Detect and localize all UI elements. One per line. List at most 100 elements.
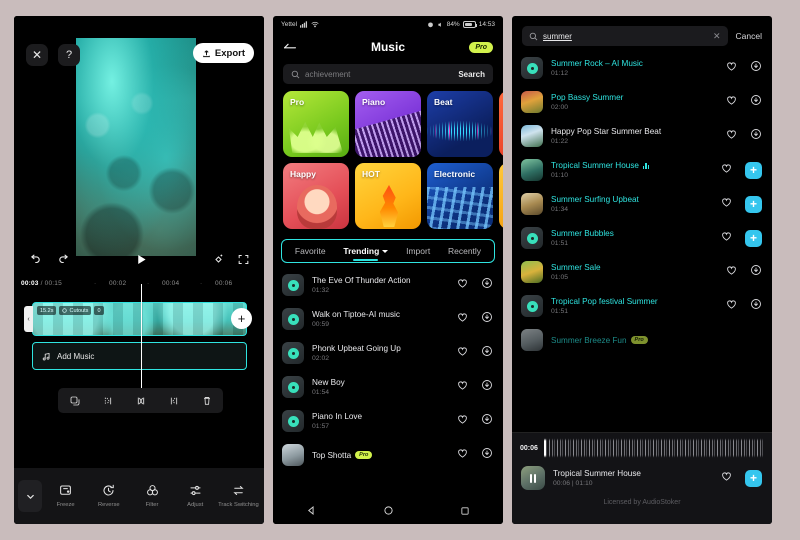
download-icon[interactable] xyxy=(481,276,493,294)
timeline-ruler[interactable]: 00:03 / 00:15 · 00:02 · 00:04 · 00:06 xyxy=(14,274,264,292)
favorite-icon[interactable] xyxy=(457,310,468,328)
tool-adjust[interactable]: Adjust xyxy=(174,483,217,509)
favorite-icon[interactable] xyxy=(457,446,468,464)
download-icon[interactable] xyxy=(481,310,493,328)
redo-button[interactable] xyxy=(57,252,71,266)
video-preview[interactable] xyxy=(76,38,196,256)
pause-icon[interactable] xyxy=(530,473,536,483)
favorite-icon[interactable] xyxy=(721,229,732,247)
list-item[interactable]: Summer Bubbles 01:51 + xyxy=(512,221,772,255)
list-item[interactable]: The Eve Of Thunder Action 01:32 xyxy=(273,268,503,302)
list-item[interactable]: Top Shotta Pro xyxy=(273,438,503,472)
favorite-icon[interactable] xyxy=(726,93,737,111)
copy-icon[interactable] xyxy=(69,395,81,407)
player-thumbnail[interactable] xyxy=(521,466,545,490)
download-icon[interactable] xyxy=(481,446,493,464)
download-icon[interactable] xyxy=(750,59,762,77)
tile-hot[interactable]: HOT xyxy=(355,163,421,229)
add-track-button[interactable]: + xyxy=(745,229,762,247)
list-item[interactable]: Tropical Summer House 01:10 + xyxy=(512,153,772,187)
tab-favorite[interactable]: Favorite xyxy=(295,246,326,256)
nav-home-button[interactable] xyxy=(383,503,394,521)
clip-trim-handle-left[interactable]: ‹ xyxy=(24,306,33,332)
favorite-icon[interactable] xyxy=(457,412,468,430)
tab-import[interactable]: Import xyxy=(406,246,430,256)
download-icon[interactable] xyxy=(750,263,762,281)
back-button[interactable] xyxy=(283,41,297,53)
close-button[interactable]: ✕ xyxy=(26,44,48,66)
tile-partial-1[interactable] xyxy=(499,91,503,157)
waveform-cursor[interactable] xyxy=(543,437,546,459)
tile-electronic[interactable]: Electronic xyxy=(427,163,493,229)
download-icon[interactable] xyxy=(481,412,493,430)
add-music-track[interactable]: Add Music xyxy=(32,342,247,370)
list-item[interactable]: New Boy 01:54 xyxy=(273,370,503,404)
cancel-button[interactable]: Cancel xyxy=(736,31,762,41)
list-item[interactable]: Pop Bassy Summer 02:00 xyxy=(512,85,772,119)
favorite-icon[interactable] xyxy=(721,161,732,179)
tile-happy[interactable]: Happy xyxy=(283,163,349,229)
favorite-icon[interactable] xyxy=(721,469,732,487)
split-icon[interactable] xyxy=(135,395,147,407)
tab-trending[interactable]: Trending xyxy=(343,246,389,261)
video-clip[interactable]: 15.2s Cutouts 0 xyxy=(32,302,247,336)
tile-beat[interactable]: Beat xyxy=(427,91,493,157)
favorite-icon[interactable] xyxy=(457,276,468,294)
collapse-button[interactable] xyxy=(18,480,42,512)
download-icon[interactable] xyxy=(481,378,493,396)
search-input[interactable]: achievement xyxy=(305,70,453,79)
tool-track-switching[interactable]: Track Switching xyxy=(217,483,260,509)
download-icon[interactable] xyxy=(750,297,762,315)
favorite-icon[interactable] xyxy=(457,378,468,396)
tool-filter[interactable]: Filter xyxy=(130,483,173,509)
add-track-button[interactable]: + xyxy=(745,195,762,213)
pro-badge[interactable]: Pro xyxy=(469,41,493,53)
tile-partial-2[interactable] xyxy=(499,163,503,229)
list-item[interactable]: Phonk Upbeat Going Up 02:02 xyxy=(273,336,503,370)
waveform[interactable] xyxy=(543,437,764,459)
magic-wand-icon[interactable] xyxy=(212,253,225,266)
tool-reverse[interactable]: Reverse xyxy=(87,483,130,509)
playhead[interactable] xyxy=(141,284,143,404)
play-button[interactable] xyxy=(135,253,148,266)
tool-freeze[interactable]: Freeze xyxy=(44,483,87,509)
split-left-icon[interactable] xyxy=(102,395,114,407)
list-item[interactable]: Tropical Pop festival Summer 01:51 xyxy=(512,289,772,323)
download-icon[interactable] xyxy=(750,93,762,111)
help-button[interactable]: ? xyxy=(58,44,80,66)
list-item[interactable]: Walk on Tiptoe-AI music 00:59 xyxy=(273,302,503,336)
nav-recents-button[interactable] xyxy=(460,503,470,521)
favorite-icon[interactable] xyxy=(721,195,732,213)
search-field[interactable]: summer ✕ xyxy=(522,26,728,46)
delete-icon[interactable] xyxy=(201,395,213,407)
export-button[interactable]: Export xyxy=(192,43,254,63)
search-button[interactable]: Search xyxy=(458,70,485,79)
list-item[interactable]: Summer Breeze Fun Pro xyxy=(512,323,772,357)
list-item[interactable]: Summer Surfing Upbeat 01:34 + xyxy=(512,187,772,221)
nav-back-button[interactable] xyxy=(306,503,317,521)
list-item[interactable]: Piano In Love 01:57 xyxy=(273,404,503,438)
favorite-icon[interactable] xyxy=(726,297,737,315)
search-input[interactable]: summer xyxy=(543,32,708,41)
undo-button[interactable] xyxy=(28,252,42,266)
split-right-icon[interactable] xyxy=(168,395,180,407)
list-item[interactable]: Summer Rock – AI Music 01:12 xyxy=(512,51,772,85)
music-search-bar[interactable]: achievement Search xyxy=(283,64,493,84)
tile-piano[interactable]: Piano xyxy=(355,91,421,157)
clear-icon[interactable]: ✕ xyxy=(713,31,721,42)
add-clip-button[interactable]: + xyxy=(231,308,252,329)
download-icon[interactable] xyxy=(481,344,493,362)
favorite-icon[interactable] xyxy=(726,59,737,77)
add-track-button[interactable]: + xyxy=(745,161,762,179)
favorite-icon[interactable] xyxy=(726,127,737,145)
player-track-row[interactable]: Tropical Summer House 00:06 | 01:10 + xyxy=(512,463,772,490)
add-track-button[interactable]: + xyxy=(745,469,762,487)
tile-pro[interactable]: Pro xyxy=(283,91,349,157)
favorite-icon[interactable] xyxy=(457,344,468,362)
fullscreen-icon[interactable] xyxy=(237,253,250,266)
list-item[interactable]: Summer Sale 01:05 xyxy=(512,255,772,289)
list-item[interactable]: Happy Pop Star Summer Beat 01:22 xyxy=(512,119,772,153)
favorite-icon[interactable] xyxy=(726,263,737,281)
tab-recently[interactable]: Recently xyxy=(448,246,481,256)
download-icon[interactable] xyxy=(750,127,762,145)
